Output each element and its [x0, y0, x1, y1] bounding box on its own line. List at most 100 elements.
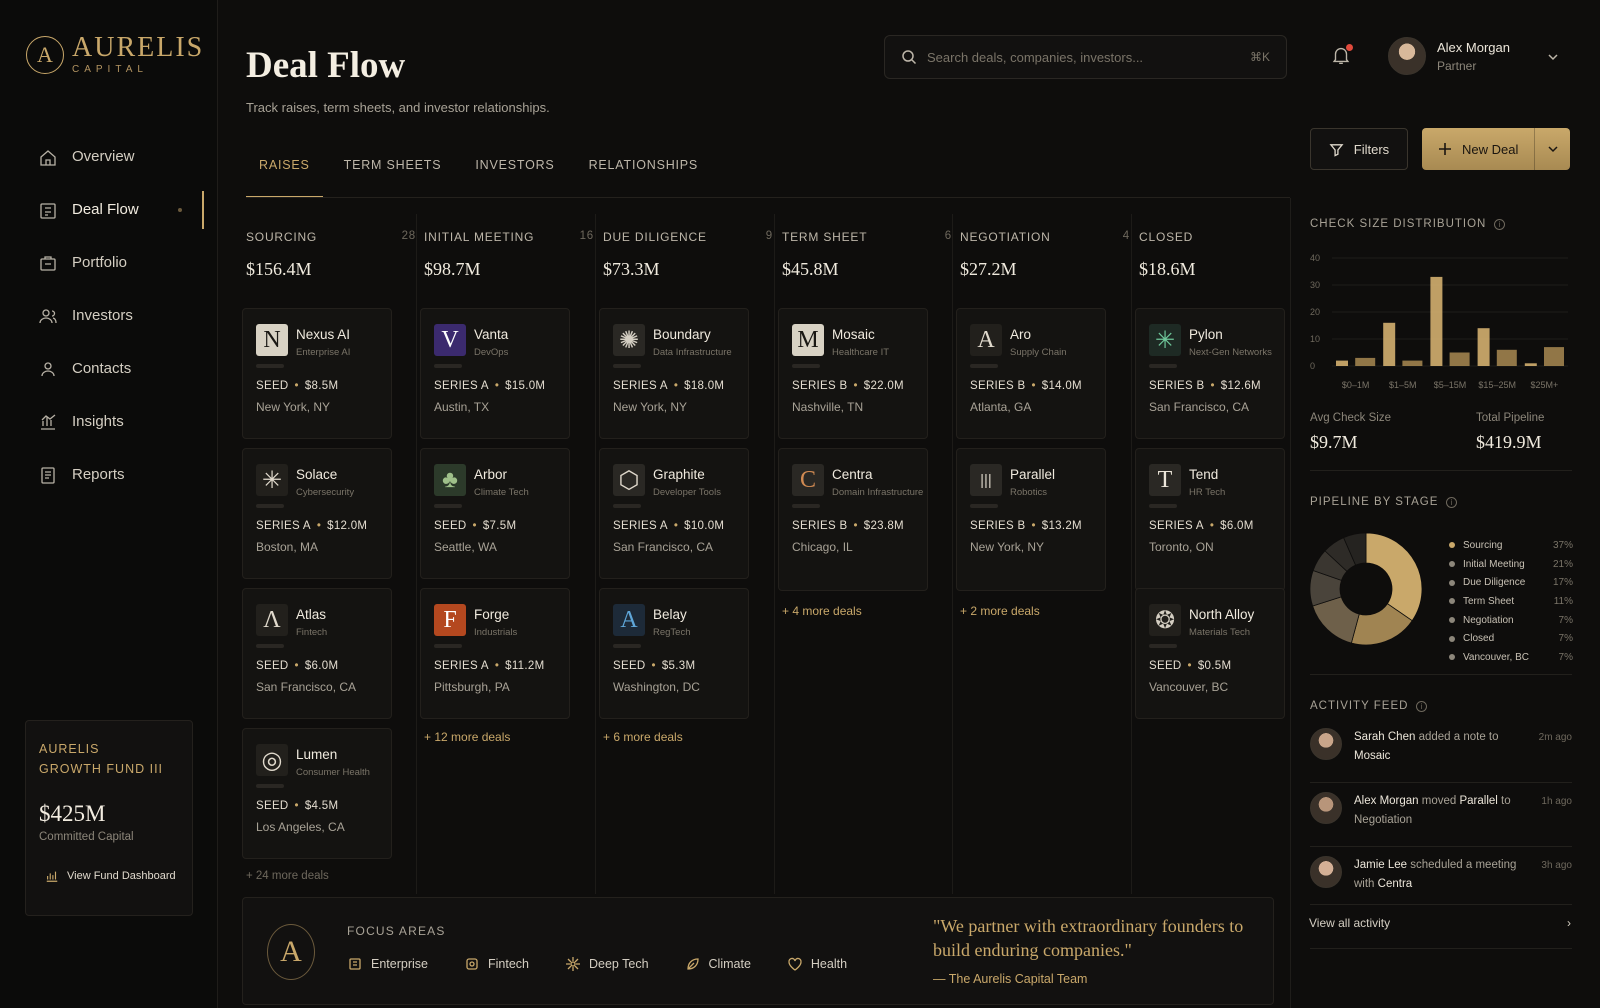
x-tick-label: $25M+	[1531, 380, 1559, 390]
more-deals-link[interactable]: + 4 more deals	[782, 604, 862, 618]
column-divider	[416, 214, 417, 894]
focus-areas-title: FOCUS AREAS	[347, 924, 446, 938]
company-logo-icon: C	[792, 464, 824, 496]
deal-amount: $15.0M	[505, 380, 546, 392]
logo-emblem-icon: A	[26, 35, 64, 74]
chevron-down-icon[interactable]	[1546, 50, 1560, 64]
deal-round: SEED • $5.3M	[613, 660, 735, 672]
deal-card[interactable]: T Tend HR Tech SERIES A • $6.0M Toronto, ON	[1135, 448, 1285, 591]
deal-card[interactable]: M Mosaic Healthcare IT SERIES B • $22.0M Nashv…	[778, 308, 928, 439]
new-deal-button[interactable]: New Deal	[1422, 128, 1570, 170]
focus-area-deep-tech[interactable]: Deep Tech	[565, 956, 649, 972]
activity-item[interactable]: Sarah Chen added a note to Mosaic 2m ago	[1310, 728, 1572, 766]
deal-amount: $8.5M	[304, 380, 339, 392]
brand-logo[interactable]: A AURELIS CAPITAL	[26, 34, 204, 75]
pipeline-column-sourcing: SOURCING 28 $156.4M N Nexus AI Enterprise AI S…	[242, 214, 420, 894]
deal-card[interactable]: ✺ Boundary Data Infrastructure SERIES A • $18…	[599, 308, 749, 439]
deal-card[interactable]: ⬡ Graphite Developer Tools SERIES A • $10.0M S…	[599, 448, 749, 579]
pipeline-column-closed: CLOSED $18.6M ✳ Pylon Next-Gen Networks SERIE…	[1135, 214, 1313, 894]
deal-card-header: ✳ Pylon Next-Gen Networks	[1149, 324, 1272, 358]
deal-card[interactable]: ||| Parallel Robotics SERIES B • $13.2M New Yo…	[956, 448, 1106, 591]
company-location: Boston, MA	[256, 540, 319, 554]
company-logo-icon: ✳	[256, 464, 288, 496]
new-deal-main[interactable]: New Deal	[1422, 128, 1534, 170]
deal-card[interactable]: A Aro Supply Chain SERIES B • $14.0M Atlanta, …	[956, 308, 1106, 439]
pipeline-column-initial-meeting: INITIAL MEETING 16 $98.7M V Vanta DevOps SERIE…	[420, 214, 598, 894]
column-total: $27.2M	[960, 259, 1017, 279]
fund-card: AURELIS GROWTH FUND III $425M Committed …	[25, 720, 193, 916]
contacts-icon	[38, 359, 58, 379]
legend-value: 17%	[1552, 577, 1573, 589]
focus-areas-banner: A FOCUS AREAS Enterprise Fintech Deep Tech…	[242, 897, 1274, 1005]
focus-area-fintech[interactable]: Fintech	[464, 956, 529, 972]
info-icon[interactable]: i	[1416, 700, 1428, 712]
sidebar-item-label: Contacts	[72, 360, 132, 377]
filters-button[interactable]: Filters	[1310, 128, 1408, 170]
deal-card-header: ✳ Solace Cybersecurity	[256, 464, 378, 498]
activity-text: Jamie Lee scheduled a meeting with Centr…	[1354, 856, 1529, 894]
info-icon[interactable]: i	[1446, 496, 1458, 508]
more-deals-link[interactable]: + 6 more deals	[603, 730, 683, 744]
focus-area-climate[interactable]: Climate	[685, 956, 751, 972]
company-location: Nashville, TN	[792, 400, 864, 414]
sidebar-item-label: Overview	[72, 148, 135, 165]
sidebar-item-deal-flow[interactable]: Deal Flow	[0, 183, 218, 236]
tab-term-sheets[interactable]: TERM SHEETS	[331, 150, 455, 198]
sidebar-item-investors[interactable]: Investors	[0, 289, 218, 342]
deal-card[interactable]: A Belay RegTech SEED • $5.3M Washington, DC	[599, 588, 749, 719]
reports-icon	[38, 465, 58, 485]
activity-item[interactable]: Alex Morgan moved Parallel to Negotiatio…	[1310, 792, 1572, 830]
company-name: Mosaic	[832, 327, 875, 342]
deal-card[interactable]: V Vanta DevOps SERIES A • $15.0M Austin, TX	[420, 308, 570, 439]
deal-card[interactable]: ✳ Pylon Next-Gen Networks SERIES B • $12.6M Sa…	[1135, 308, 1285, 439]
search-input[interactable]	[927, 49, 1240, 65]
progress-bar	[970, 364, 998, 368]
deal-card[interactable]: N Nexus AI Enterprise AI SEED • $8.5M New York…	[242, 308, 392, 439]
round-label: SERIES A	[1149, 520, 1204, 532]
company-name: North Alloy	[1189, 607, 1255, 622]
sidebar-item-contacts[interactable]: Contacts	[0, 342, 218, 395]
company-location: San Francisco, CA	[1149, 400, 1250, 414]
view-all-activity-link[interactable]: View all activity ›	[1309, 916, 1571, 930]
deal-card[interactable]: ◎ Lumen Consumer Health SEED • $4.5M Los Angel…	[242, 728, 392, 859]
separator-dot: •	[1031, 520, 1036, 532]
deal-card[interactable]: ♣ Arbor Climate Tech SEED • $7.5M Seattle, WA	[420, 448, 570, 579]
tab-raises[interactable]: RAISES	[246, 150, 323, 198]
deal-card[interactable]: C Centra Domain Infrastructure SERIES B • $23…	[778, 448, 928, 591]
deal-round: SEED • $8.5M	[256, 380, 378, 392]
user-menu[interactable]: Alex Morgan Partner	[1388, 37, 1510, 75]
notifications-button[interactable]	[1330, 44, 1354, 68]
deal-card[interactable]: ❂ North Alloy Materials Tech SEED • $0.5M Vanc…	[1135, 588, 1285, 719]
tab-investors[interactable]: INVESTORS	[462, 150, 567, 198]
histogram-bar	[1336, 360, 1348, 366]
view-fund-dashboard-link[interactable]: View Fund Dashboard	[39, 869, 179, 883]
company-location: Chicago, IL	[792, 540, 853, 554]
company-info: Pylon Next-Gen Networks	[1189, 324, 1272, 358]
deal-card[interactable]: Λ Atlas Fintech SEED • $6.0M San Francisco, CA	[242, 588, 392, 719]
more-deals-link[interactable]: + 2 more deals	[960, 604, 1040, 618]
deal-card-header: ||| Parallel Robotics	[970, 464, 1092, 498]
sidebar-item-overview[interactable]: Overview	[0, 130, 218, 183]
sidebar-item-portfolio[interactable]: Portfolio	[0, 236, 218, 289]
info-icon[interactable]: i	[1494, 218, 1506, 230]
sidebar-item-reports[interactable]: Reports	[0, 448, 218, 501]
more-deals-link[interactable]: + 12 more deals	[424, 730, 510, 744]
histogram-bar	[1449, 352, 1470, 366]
more-deals-link[interactable]: + 24 more deals	[246, 870, 329, 882]
company-location: Austin, TX	[434, 400, 490, 414]
view-all-label: View all activity	[1309, 916, 1391, 930]
chevron-right-icon: ›	[1567, 916, 1571, 930]
company-location: Toronto, ON	[1149, 540, 1214, 554]
sidebar-item-insights[interactable]: Insights	[0, 395, 218, 448]
focus-area-health[interactable]: Health	[787, 956, 847, 972]
histogram-bar	[1430, 276, 1443, 366]
deal-card[interactable]: F Forge Industrials SERIES A • $11.2M Pittsbur…	[420, 588, 570, 719]
deal-round: SERIES B • $22.0M	[792, 380, 914, 392]
focus-area-enterprise[interactable]: Enterprise	[347, 956, 428, 972]
deal-card[interactable]: ✳ Solace Cybersecurity SERIES A • $12.0M Bosto…	[242, 448, 392, 579]
tab-relationships[interactable]: RELATIONSHIPS	[576, 150, 712, 198]
company-info: Vanta DevOps	[474, 324, 508, 358]
activity-item[interactable]: Jamie Lee scheduled a meeting with Centr…	[1310, 856, 1572, 894]
activity-user: Sarah Chen	[1354, 731, 1416, 743]
new-deal-dropdown[interactable]	[1534, 128, 1570, 170]
